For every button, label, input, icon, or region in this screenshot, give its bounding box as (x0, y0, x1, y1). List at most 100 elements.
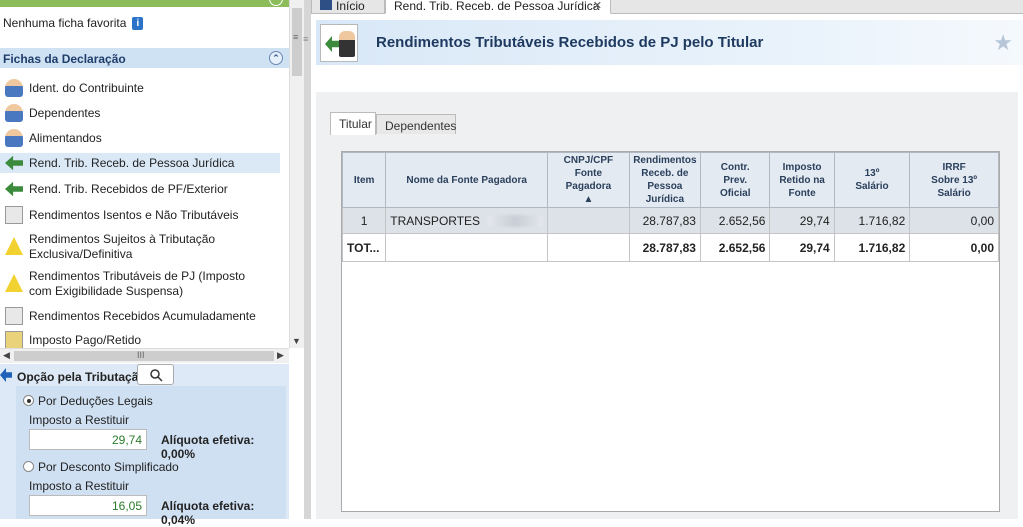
simplificado-radio[interactable] (23, 461, 34, 472)
col-item[interactable]: Item (341, 152, 387, 208)
sidebar-item-alimentandos[interactable]: Alimentandos (0, 126, 280, 150)
cell-rend: 28.787,83 (628, 233, 701, 262)
sort-asc-icon: ▲ (583, 194, 594, 205)
opcao-box: Por Deduções Legais Imposto a Restituir … (16, 386, 286, 527)
pj-income-icon (5, 155, 23, 171)
sidebar-item-label: Rend. Trib. Recebidos de PF/Exterior (29, 182, 228, 196)
sidebar-item-suspensa[interactable]: Rendimentos Tributáveis de PJ (Imposto c… (0, 266, 280, 300)
grip-icon: ≡ (293, 32, 299, 42)
sidebar-item-label: Rendimentos Isentos e Não Tributáveis (29, 208, 239, 222)
vertical-scrollbar[interactable]: ≡ ▼ (289, 0, 304, 348)
tab-titular[interactable]: Titular (330, 112, 376, 135)
col-cnpj[interactable]: CNPJ/CPF Fonte Pagadora ▲ (547, 152, 630, 208)
grip-icon: ≡ (303, 34, 309, 44)
suspended-tax-icon (5, 274, 23, 292)
sidebar-item-label: Imposto Pago/Retido (29, 333, 142, 347)
favoritos-header[interactable] (0, 0, 289, 7)
total-row: TOT... 28.787,83 2.652,56 29,74 1.716,82… (341, 233, 999, 262)
close-icon[interactable]: ✕ (593, 0, 602, 12)
table-header-row: Item Nome da Fonte Pagadora CNPJ/CPF Fon… (341, 152, 999, 208)
person-icon (5, 79, 23, 97)
cell-irrf: 0,00 (909, 233, 999, 262)
table-row[interactable]: 1 TRANSPORTES 28.787,83 2.652,56 29,74 1… (341, 207, 999, 234)
tab-dependentes-label: Dependentes (385, 119, 457, 133)
deducoes-aliquota: Alíquota efetiva: 0,00% (161, 433, 255, 461)
home-icon (320, 0, 332, 10)
favoritos-empty-label: Nenhuma ficha favorita (3, 16, 127, 30)
sidebar-item-label: Alimentandos (29, 131, 102, 145)
warning-icon (5, 237, 23, 255)
pf-income-icon (5, 181, 23, 197)
splitter[interactable]: ≡ (303, 0, 311, 519)
info-icon[interactable]: i (132, 16, 144, 30)
cell-contr: 2.652,56 (699, 207, 771, 234)
collapse-up-icon[interactable]: ⌃ (269, 51, 283, 65)
favoritos-empty: Nenhuma ficha favorita i (3, 16, 144, 30)
scroll-down-icon[interactable]: ▼ (292, 336, 301, 346)
cell-decimo: 1.716,82 (833, 207, 911, 234)
sidebar-item-exclusiva[interactable]: Rendimentos Sujeitos à Tributação Exclus… (0, 229, 280, 263)
sidebar-item-dependentes[interactable]: Dependentes (0, 101, 280, 125)
tab-inicio[interactable]: Início (311, 0, 385, 14)
deducoes-value: 29,74 (29, 429, 147, 450)
favorite-star-icon[interactable]: ★ (993, 30, 1013, 56)
cell-rend: 28.787,83 (628, 207, 701, 234)
search-button[interactable] (137, 364, 174, 385)
col-irrf[interactable]: IRRF Sobre 13º Salário (909, 152, 999, 208)
deducoes-sub-label: Imposto a Restituir (29, 413, 130, 427)
sidebar-item-acumulado[interactable]: Rendimentos Recebidos Acumuladamente (0, 304, 280, 328)
col-nome[interactable]: Nome da Fonte Pagadora (385, 152, 549, 208)
sidebar-item-label: Rendimentos Sujeitos à Tributação Exclus… (29, 232, 216, 261)
accumulated-icon (5, 307, 23, 325)
simplificado-label: Por Desconto Simplificado (38, 460, 179, 474)
scroll-right-icon[interactable]: ▶ (277, 350, 284, 361)
tab-bar: Início Rend. Trib. Receb. de Pessoa Jurí… (311, 0, 1023, 14)
sidebar-item-rend-pf[interactable]: Rend. Trib. Recebidos de PF/Exterior (0, 177, 280, 201)
fichas-header-label: Fichas da Declaração (3, 52, 126, 66)
cell-nome-text: TRANSPORTES (390, 213, 481, 228)
sidebar-item-imposto-pago[interactable]: Imposto Pago/Retido (0, 330, 280, 350)
sidebar-item-rend-pj[interactable]: Rend. Trib. Receb. de Pessoa Jurídica (0, 153, 280, 173)
sidebar-item-label: Ident. do Contribuinte (29, 81, 144, 95)
arrow-left-icon (0, 368, 12, 382)
simplificado-sub-label: Imposto a Restituir (29, 479, 130, 493)
tab-titular-label: Titular (339, 117, 372, 131)
pj-income-icon (320, 24, 358, 62)
sidebar-item-isentos[interactable]: Rendimentos Isentos e Não Tributáveis (0, 203, 280, 227)
cell-nome: TRANSPORTES (385, 207, 549, 234)
cell-contr: 2.652,56 (699, 233, 771, 262)
col-imposto[interactable]: Imposto Retido na Fonte (769, 152, 835, 208)
collapse-icon[interactable] (269, 0, 283, 6)
sidebar-item-label: Dependentes (29, 106, 101, 120)
tab-dependentes[interactable]: Dependentes (376, 114, 456, 134)
fichas-header[interactable]: Fichas da Declaração ⌃ (0, 48, 289, 68)
cell-imposto: 29,74 (769, 207, 835, 234)
deducoes-radio[interactable] (23, 395, 34, 406)
sidebar-item-label: Rendimentos Tributáveis de PJ (Imposto c… (29, 269, 246, 298)
cell-decimo: 1.716,82 (833, 233, 911, 262)
cell-cnpj (547, 233, 630, 262)
search-icon (149, 369, 163, 382)
page-header: Rendimentos Tributáveis Recebidos de PJ … (316, 20, 1023, 65)
sidebar-item-label: Rend. Trib. Receb. de Pessoa Jurídica (29, 156, 235, 170)
opcao-label: Opção pela Tributação: (17, 370, 150, 384)
grip-icon: III (137, 350, 145, 360)
sidebar-item-ident[interactable]: Ident. do Contribuinte (0, 76, 280, 100)
sidebar-item-label: Rendimentos Recebidos Acumuladamente (29, 309, 256, 323)
cell-cnpj (547, 207, 630, 234)
col-contr[interactable]: Contr. Prev. Oficial (699, 152, 771, 208)
tab-inicio-label: Início (336, 0, 365, 13)
horizontal-scrollbar[interactable]: ◀ III ▶ (0, 348, 289, 363)
col-decimo[interactable]: 13º Salário (833, 152, 911, 208)
col-rend[interactable]: Rendimentos Receb. de Pessoa Jurídica (628, 152, 701, 208)
deducoes-label: Por Deduções Legais (38, 394, 153, 408)
scroll-thumb[interactable] (292, 8, 302, 76)
cell-irrf: 0,00 (909, 207, 999, 234)
rendimentos-table: Item Nome da Fonte Pagadora CNPJ/CPF Fon… (341, 151, 1000, 512)
simplificado-value: 16,05 (29, 495, 147, 516)
cell-imposto: 29,74 (769, 233, 835, 262)
tab-rend-pj[interactable]: Rend. Trib. Receb. de Pessoa Jurídica ✕ (385, 0, 611, 14)
cell-item: 1 (341, 207, 387, 234)
scroll-left-icon[interactable]: ◀ (3, 350, 10, 361)
col-cnpj-label: CNPJ/CPF Fonte Pagadora (563, 155, 614, 192)
